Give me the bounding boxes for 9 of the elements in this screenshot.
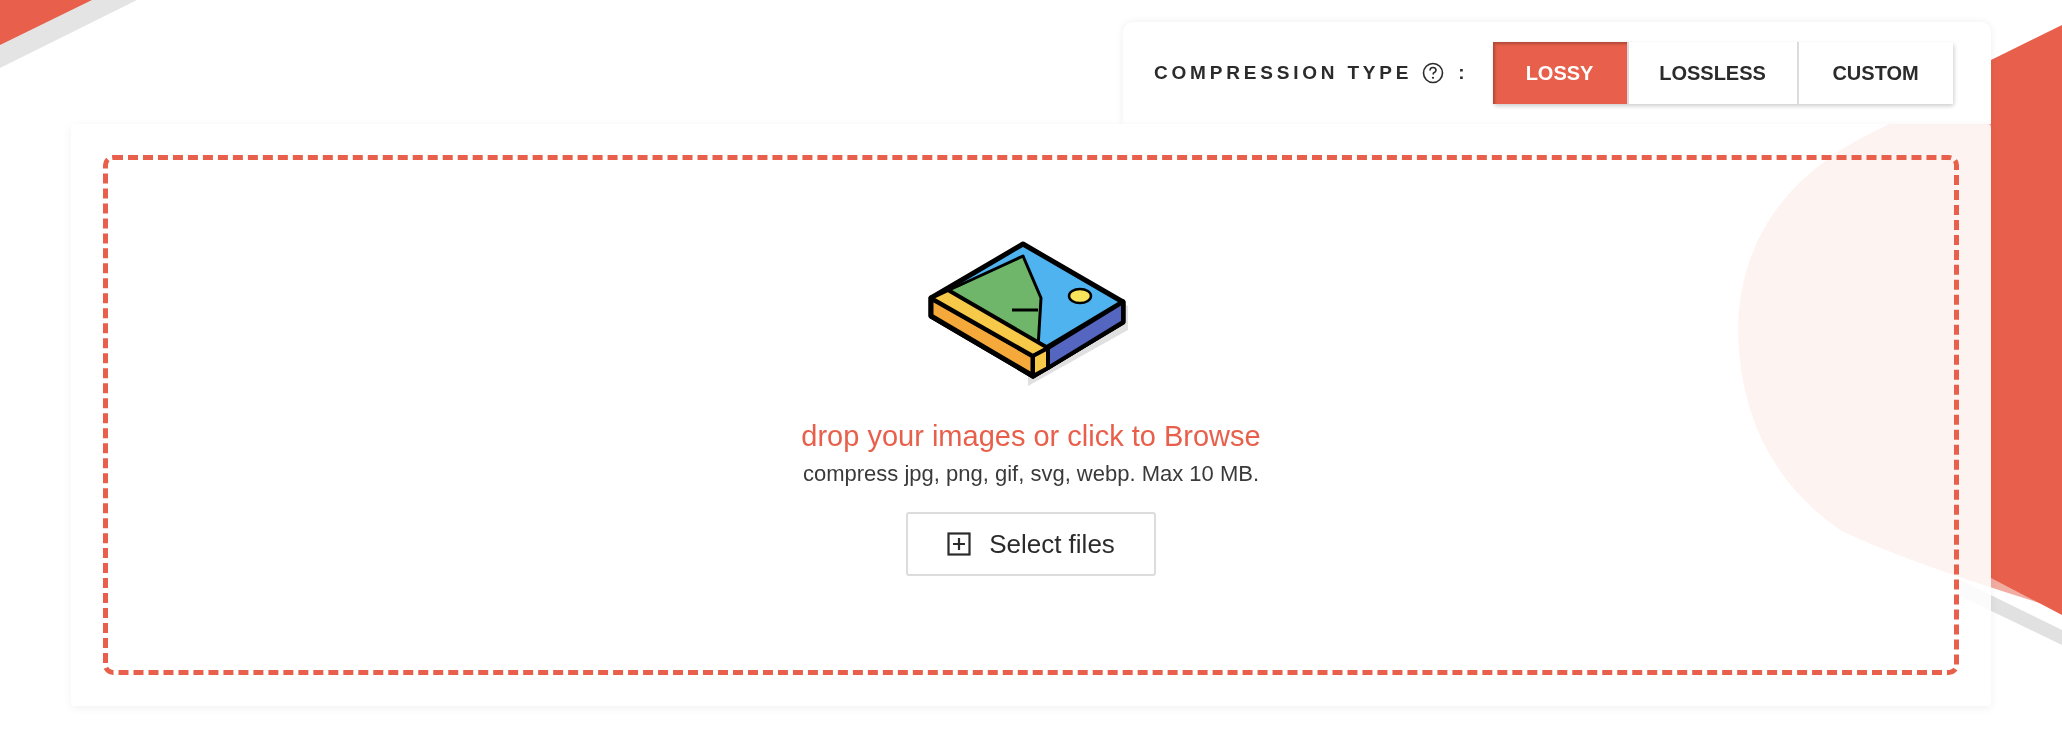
label-colon: : — [1458, 60, 1465, 85]
compression-type-label: COMPRESSION TYPE — [1154, 60, 1413, 85]
format-hint: compress jpg, png, gif, svg, webp. Max 10 MB. — [802, 460, 1260, 488]
compression-option-tab[interactable]: LOSSLESS — [1626, 42, 1797, 104]
drop-zone[interactable]: drop your images or click to Browse compress jpg, png, gif, svg, webp. Max 10 MB. Select files — [103, 155, 1959, 675]
add-square-icon — [947, 532, 972, 556]
help-icon[interactable] — [1422, 62, 1445, 84]
select-files-button[interactable]: Select files — [906, 512, 1156, 576]
compression-option-tab[interactable]: CUSTOM — [1796, 42, 1953, 104]
